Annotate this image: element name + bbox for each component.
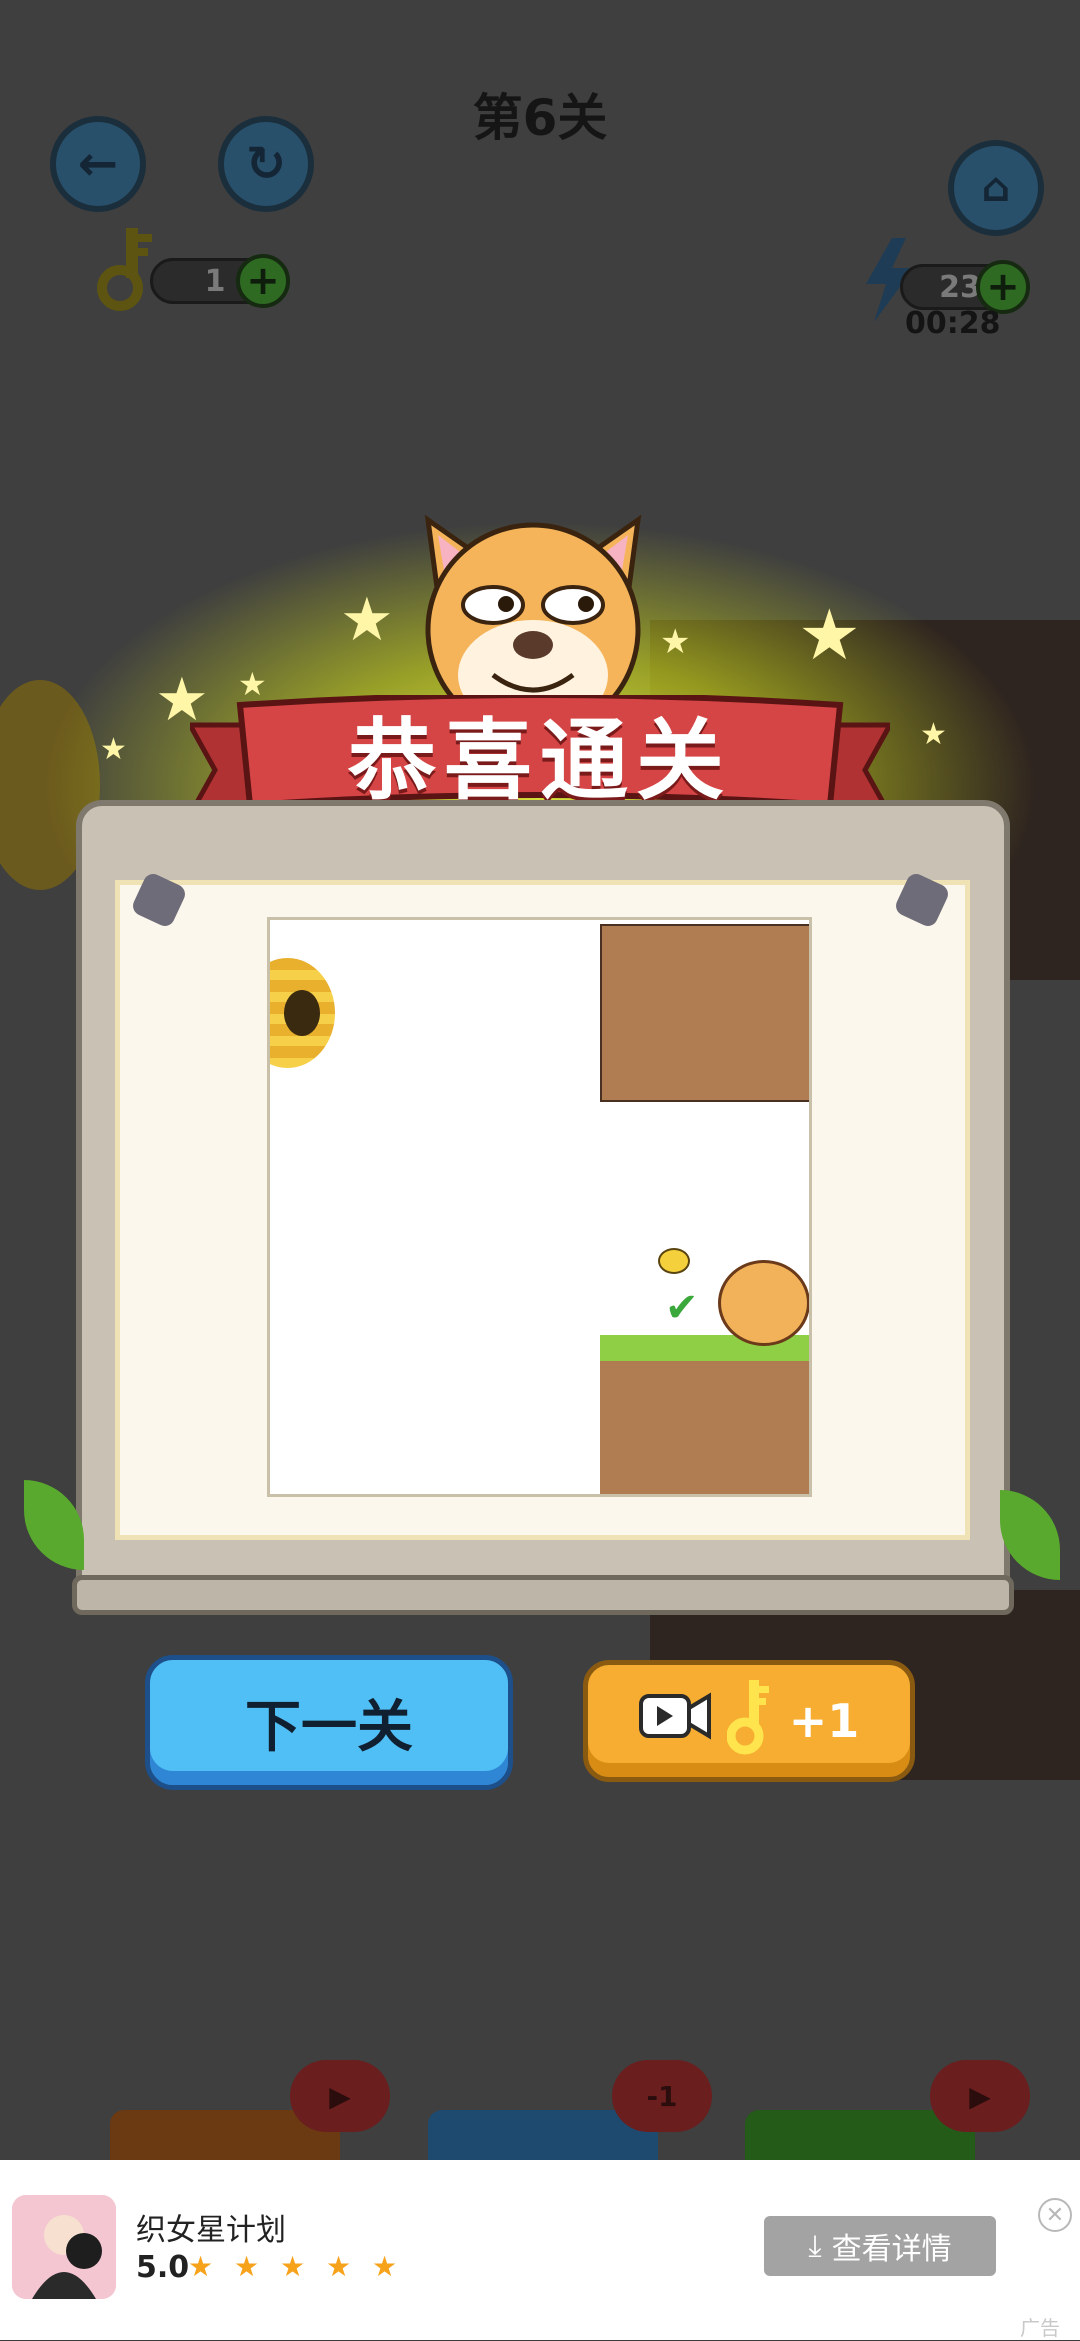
close-icon[interactable]: ✕: [1038, 2198, 1072, 2232]
arrow-left-icon: ←: [77, 136, 119, 192]
next-level-label: 下一关: [245, 1695, 413, 1760]
banner-title: 恭喜通关: [347, 709, 732, 812]
ad-details-button[interactable]: ⤓ 查看详情: [764, 2216, 996, 2276]
home-icon: ⌂: [981, 165, 1011, 211]
back-button[interactable]: ←: [50, 116, 146, 212]
video-bubble: ▶: [930, 2060, 1030, 2132]
video-camera-icon: ▶: [969, 2079, 991, 2113]
level-preview: ✔: [267, 917, 812, 1497]
rating-stars: ★ ★ ★ ★ ★: [188, 2250, 404, 2283]
next-level-button[interactable]: 下一关: [145, 1655, 513, 1790]
level-title: 第6关: [472, 89, 608, 147]
dirt-block-bottom: [600, 1340, 809, 1494]
restart-button[interactable]: ↻: [218, 116, 314, 212]
plus-icon: +: [246, 258, 280, 304]
video-camera-icon: [638, 1690, 711, 1753]
dirt-block-top: [600, 924, 809, 1102]
ad-rating: 5.0: [136, 2250, 190, 2285]
add-keys-button[interactable]: +: [236, 254, 290, 308]
key-icon: [726, 1676, 773, 1767]
watch-video-key-button[interactable]: +1: [583, 1660, 915, 1782]
key-count: 1: [204, 263, 226, 299]
reward-label: +1: [788, 1694, 860, 1748]
background-tool-bar: ▶ -1 ▶: [0, 2060, 1080, 2180]
dog-character: [718, 1260, 809, 1346]
video-camera-icon: ▶: [329, 2079, 351, 2113]
refresh-icon: ↻: [245, 136, 287, 192]
star-icon: ★: [920, 717, 947, 752]
ad-app-name: 织女星计划: [136, 2213, 286, 2248]
video-bubble: ▶: [290, 2060, 390, 2132]
hint-cost: -1: [646, 2079, 678, 2113]
star-icon: ★: [340, 585, 394, 655]
ad-app-thumbnail[interactable]: [12, 2195, 116, 2299]
beehive-hole: [284, 990, 320, 1036]
ad-details-label: 查看详情: [831, 2232, 952, 2267]
check-icon: ✔: [665, 1285, 699, 1331]
home-button[interactable]: ⌂: [948, 140, 1044, 236]
energy-timer: 00:28: [905, 306, 1001, 341]
energy-count: 23: [939, 269, 981, 305]
plus-icon: +: [986, 264, 1020, 310]
bee-icon: [658, 1248, 690, 1274]
frame-base: [72, 1575, 1014, 1615]
star-icon: ★: [100, 732, 127, 767]
star-icon: ★: [798, 594, 861, 676]
download-icon: ⤓: [808, 2228, 822, 2264]
ad-label: 广告: [1020, 2316, 1060, 2340]
hint-cost-bubble: -1: [612, 2060, 712, 2132]
star-icon: ★: [660, 622, 691, 662]
